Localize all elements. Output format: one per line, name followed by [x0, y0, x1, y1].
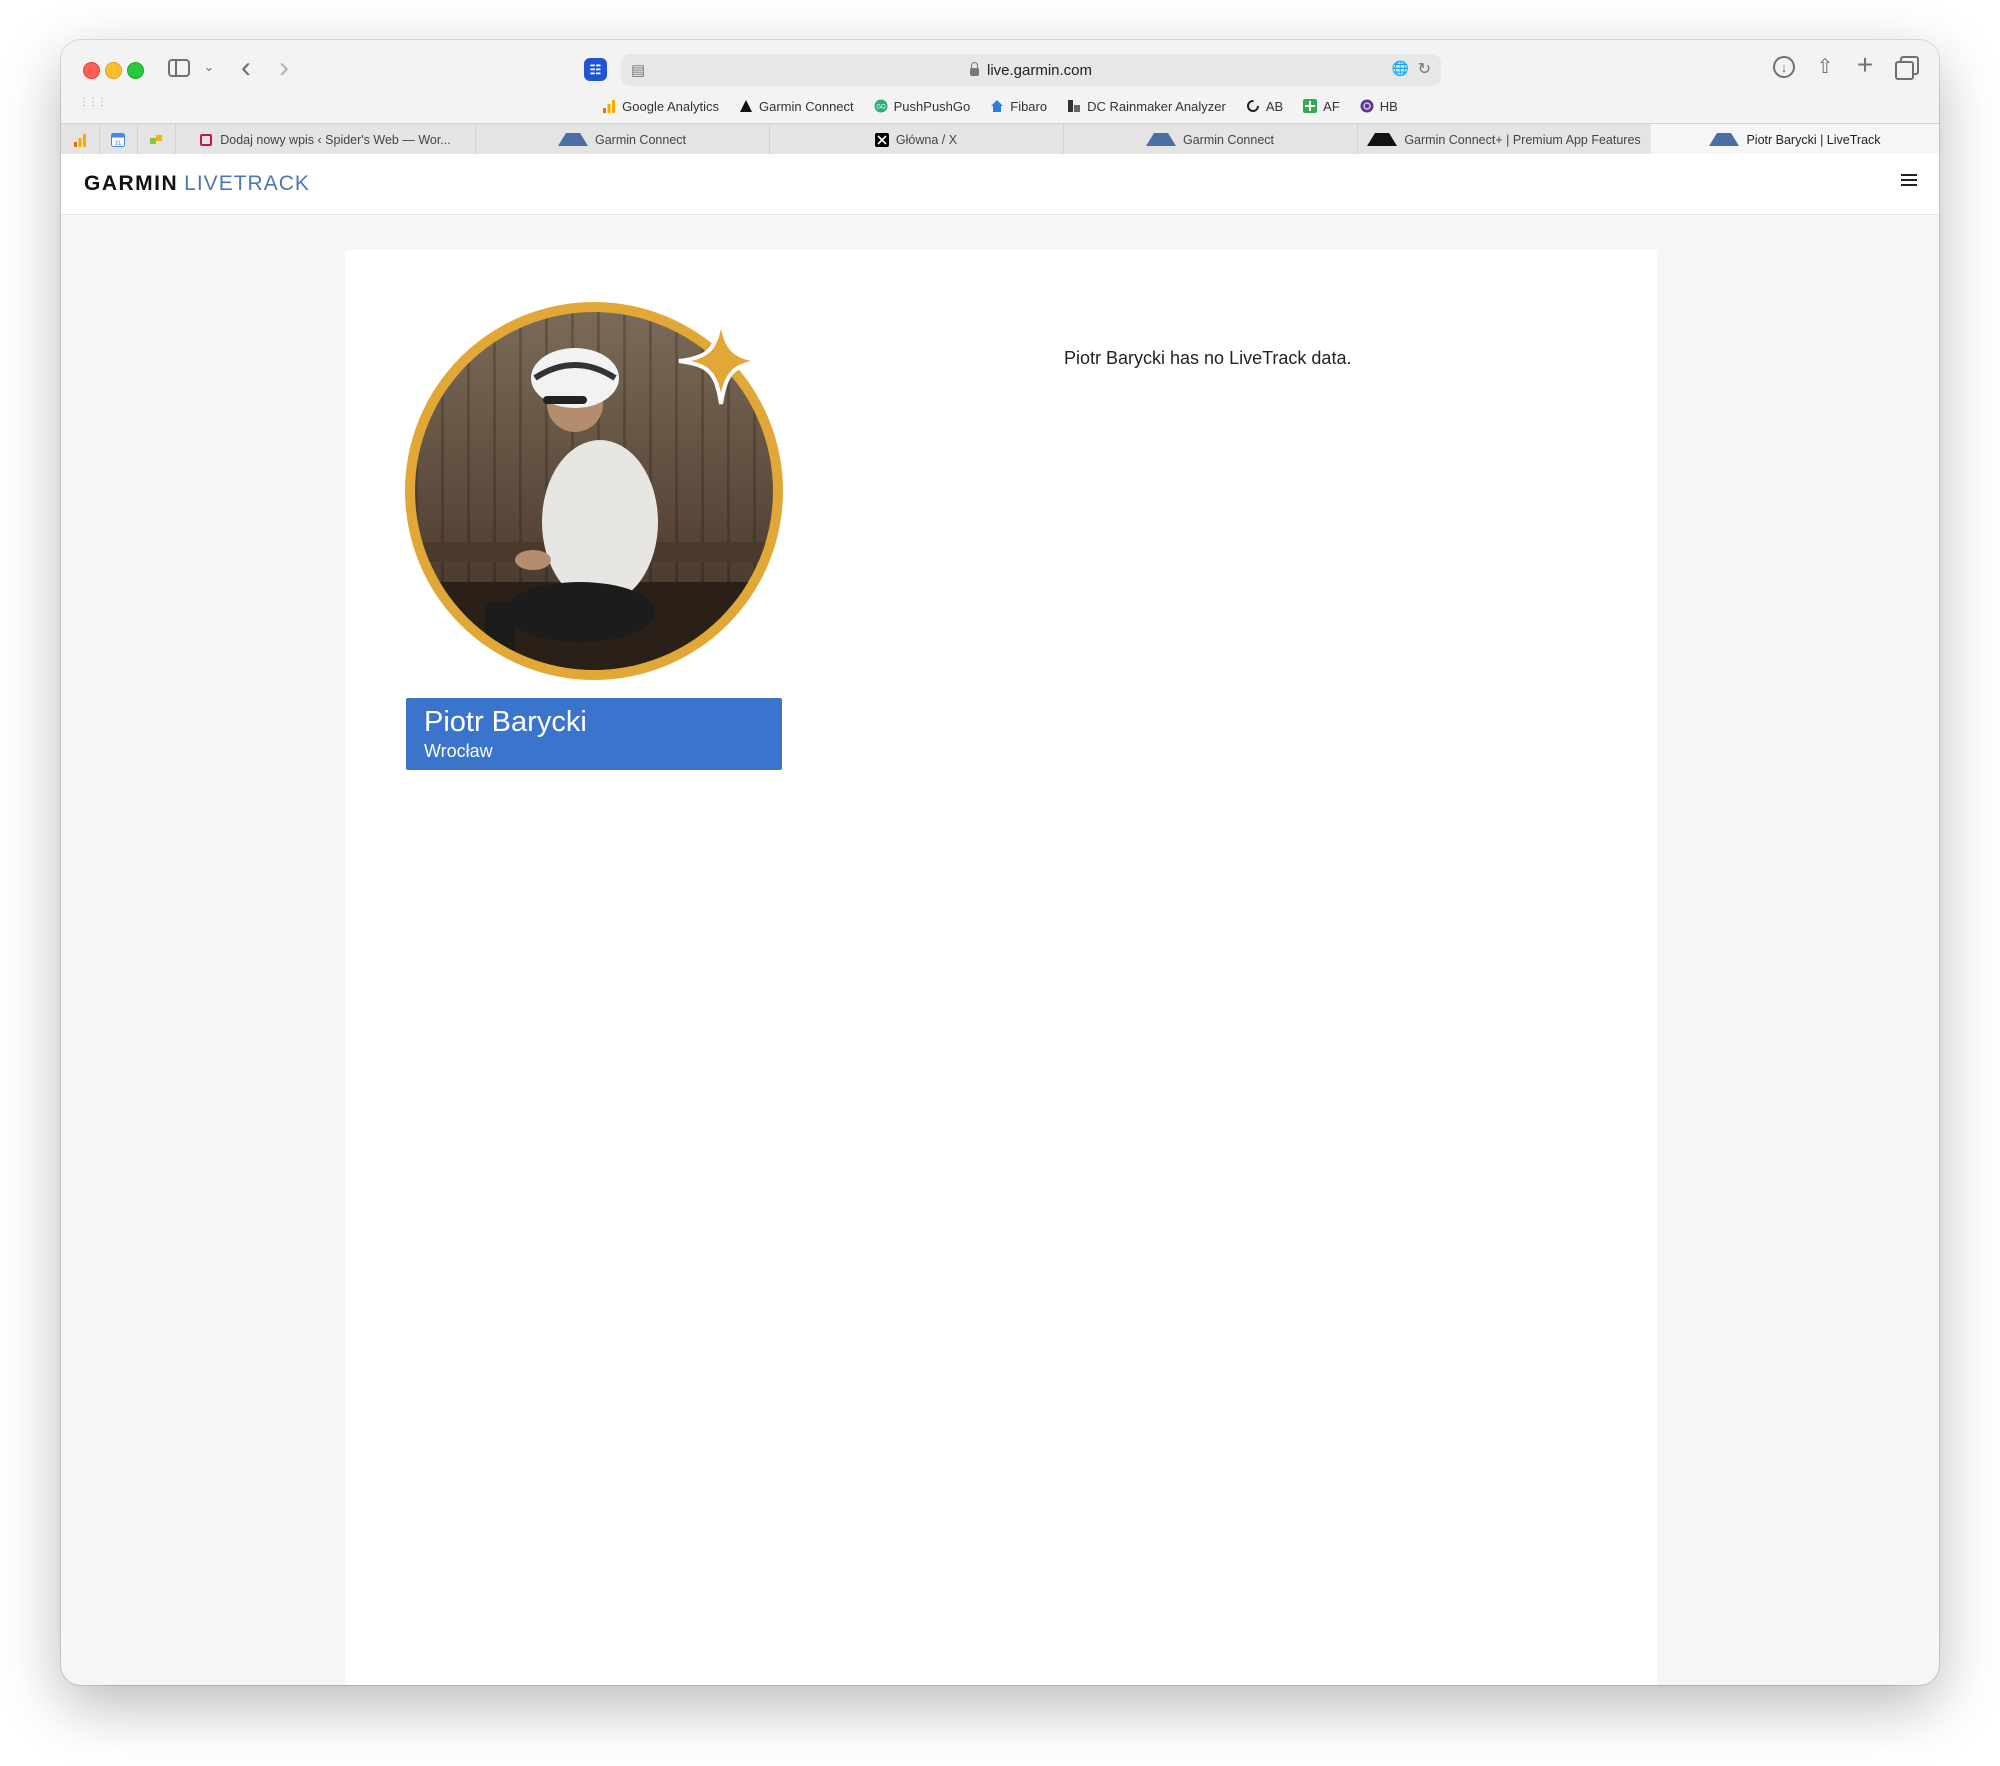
pinned-tab[interactable] [137, 124, 176, 155]
garmin-triangle-icon [739, 100, 752, 112]
garmin-livetrack-logo[interactable]: GARMIN LIVETRACK [84, 172, 310, 196]
extension-icon[interactable]: ☷ [584, 58, 607, 81]
refresh-c-icon [1246, 100, 1259, 112]
bookmark-label: PushPushGo [893, 98, 971, 114]
svg-text:GO: GO [876, 105, 886, 111]
analyzer-icon [1068, 100, 1081, 112]
x-icon [874, 132, 889, 147]
tab-label: Garmin Connect [594, 132, 686, 147]
bookmark-ab[interactable]: AB [1246, 95, 1283, 117]
garmin-triangle-icon [1709, 133, 1740, 146]
tab-overview-icon[interactable] [1895, 56, 1919, 80]
home-icon [991, 100, 1004, 112]
lock-icon [969, 62, 979, 76]
site-header: GARMIN LIVETRACK [61, 154, 1939, 215]
garmin-triangle-icon [1145, 133, 1176, 146]
hamburger-menu-icon[interactable] [1901, 174, 1917, 188]
browser-window: ⌄ ‹ › ☷ ▤ live.garmin.com 🌐 ↻ ↓ ⇧ + ⋮⋮⋮ … [61, 40, 1939, 1685]
tab-spiders-web[interactable]: Dodaj nowy wpis ‹ Spider's Web — Wor... [175, 124, 476, 155]
translate-icon[interactable]: 🌐 [1392, 60, 1409, 77]
svg-text:31: 31 [115, 141, 122, 147]
bookmark-label: AF [1323, 98, 1340, 114]
tab-label: Piotr Barycki | LiveTrack [1746, 132, 1881, 147]
garmin-triangle-icon [557, 133, 588, 146]
new-tab-icon[interactable]: + [1853, 49, 1877, 80]
main-content: Piotr Barycki Wrocław Piotr Barycki has … [345, 250, 1657, 1685]
back-arrow-icon[interactable]: ‹ [233, 51, 259, 84]
bookmark-label: Garmin Connect [758, 98, 854, 114]
bookmark-label: Google Analytics [622, 98, 719, 114]
profile-city: Wrocław [424, 741, 493, 761]
profile-name-card: Piotr Barycki Wrocław [406, 698, 782, 770]
bookmark-fibaro[interactable]: Fibaro [990, 95, 1047, 117]
wordpress-icon [200, 133, 213, 146]
bookmark-google-analytics[interactable]: Google Analytics [602, 95, 719, 117]
calendar-icon: 31 [111, 132, 125, 147]
tab-garmin-connect-plus[interactable]: Garmin Connect+ | Premium App Features [1357, 124, 1652, 155]
bookmark-hb[interactable]: HB [1360, 95, 1398, 117]
bookmark-pushpushgo[interactable]: GO PushPushGo [874, 95, 971, 117]
brand-garmin: GARMIN [84, 172, 179, 195]
browser-toolbar: ⌄ ‹ › ☷ ▤ live.garmin.com 🌐 ↻ ↓ ⇧ + ⋮⋮⋮ … [61, 40, 1939, 164]
download-icon[interactable]: ↓ [1773, 56, 1795, 78]
tab-label: Garmin Connect+ | Premium App Features [1404, 132, 1641, 147]
share-icon[interactable]: ⇧ [1813, 52, 1837, 80]
bookmarks-bar: Google Analytics Garmin Connect GO PushP… [61, 95, 1939, 117]
tab-label: Główna / X [895, 132, 958, 147]
bookmark-garmin-connect[interactable]: Garmin Connect [739, 95, 854, 117]
sidebar-toggle-icon[interactable] [168, 59, 190, 77]
garmin-triangle-black-icon [1367, 133, 1398, 146]
tab-label: Garmin Connect [1182, 132, 1274, 147]
tab-x-home[interactable]: Główna / X [769, 124, 1064, 155]
forward-arrow-icon[interactable]: › [271, 51, 297, 84]
bookmark-dc-rainmaker[interactable]: DC Rainmaker Analyzer [1067, 95, 1226, 117]
star-badge-icon [678, 317, 764, 405]
plus-green-icon [1303, 99, 1318, 113]
bookmark-label: HB [1379, 98, 1398, 114]
pushpushgo-icon: GO [874, 99, 888, 113]
pinned-tab[interactable] [61, 124, 100, 155]
profile-name: Piotr Barycki [424, 706, 587, 738]
tab-livetrack[interactable]: Piotr Barycki | LiveTrack [1651, 124, 1939, 155]
tab-label: Dodaj nowy wpis ‹ Spider's Web — Wor... [220, 132, 451, 147]
analytics-icon [74, 133, 86, 147]
pinned-tab[interactable]: 31 [99, 124, 138, 155]
zoom-window-button[interactable] [127, 62, 144, 79]
address-bar[interactable]: ▤ live.garmin.com 🌐 ↻ [621, 54, 1441, 86]
bookmark-af[interactable]: AF [1303, 95, 1340, 117]
bookmark-label: Fibaro [1010, 98, 1048, 114]
minimize-window-button[interactable] [105, 62, 122, 79]
hb-icon [1360, 99, 1374, 113]
tab-garmin-connect-1[interactable]: Garmin Connect [475, 124, 770, 155]
puzzle-icon [150, 134, 162, 144]
tab-garmin-connect-2[interactable]: Garmin Connect [1063, 124, 1358, 155]
brand-livetrack: LIVETRACK [184, 172, 310, 195]
bookmark-label: DC Rainmaker Analyzer [1087, 98, 1226, 114]
tab-strip: 31 Dodaj nowy wpis ‹ Spider's Web — Wor.… [61, 123, 1939, 156]
chevron-down-icon[interactable]: ⌄ [201, 57, 217, 77]
close-window-button[interactable] [83, 62, 100, 79]
no-livetrack-message: Piotr Barycki has no LiveTrack data. [1064, 348, 1352, 368]
reload-icon[interactable]: ↻ [1418, 59, 1431, 79]
analytics-icon [603, 100, 616, 113]
bookmark-label: AB [1265, 98, 1284, 114]
url-text: live.garmin.com [986, 61, 1093, 79]
profile-avatar [405, 302, 783, 680]
